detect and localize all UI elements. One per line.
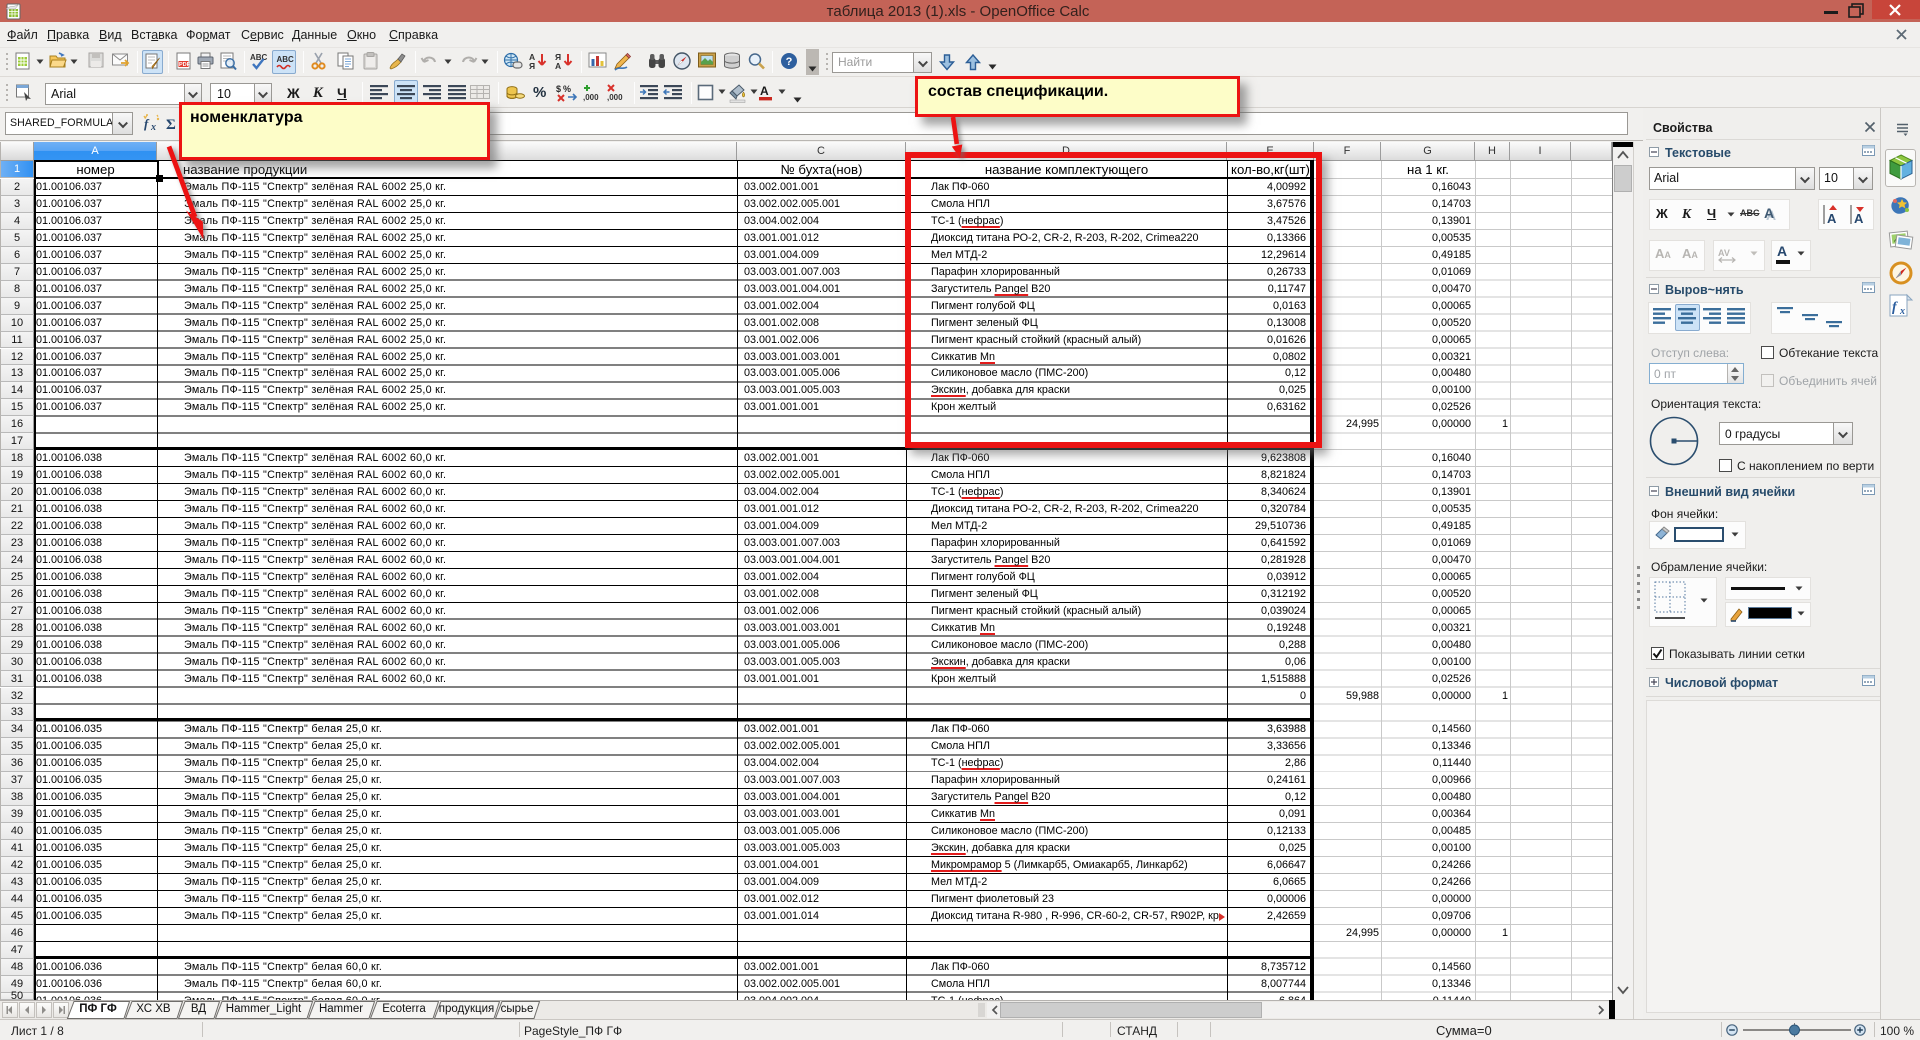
svg-text:$: $ — [556, 84, 561, 94]
svg-text:AV: AV — [1718, 248, 1730, 258]
svg-text:%: % — [563, 84, 571, 94]
svg-text:А: А — [555, 61, 561, 71]
svg-text:Σ: Σ — [166, 117, 176, 133]
svg-text:A: A — [760, 84, 769, 98]
svg-text:A: A — [1827, 211, 1837, 226]
svg-text:PDF: PDF — [179, 62, 191, 68]
svg-text:A: A — [1854, 211, 1864, 226]
svg-text:ABC: ABC — [277, 55, 295, 64]
svg-text:?: ? — [786, 56, 793, 68]
svg-text:x: x — [1899, 306, 1905, 317]
svg-text:ABC: ABC — [250, 53, 268, 62]
svg-text:,000: ,000 — [607, 93, 623, 102]
svg-text:x: x — [150, 122, 156, 133]
svg-text:Я: Я — [529, 61, 535, 71]
svg-text:,000: ,000 — [583, 93, 599, 102]
